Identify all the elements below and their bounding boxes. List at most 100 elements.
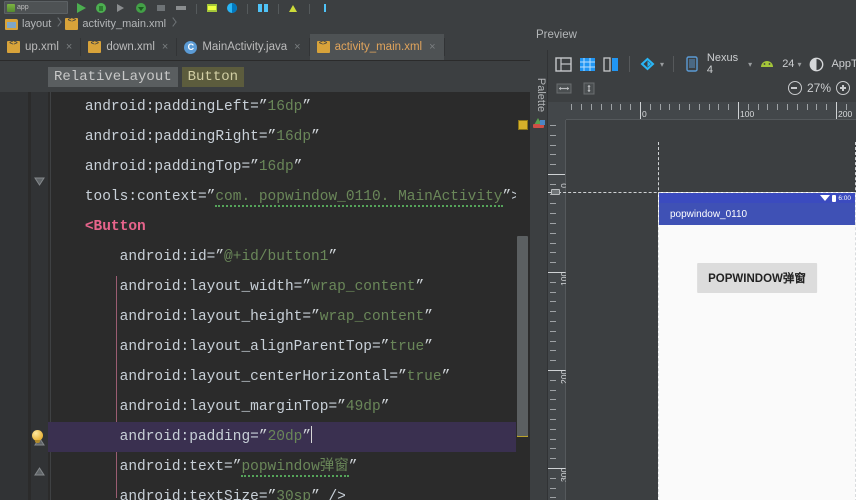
theme-selector-label[interactable]: AppTheme: [831, 58, 856, 70]
ruler-major-tick: [548, 174, 565, 175]
sync-icon[interactable]: [174, 1, 188, 14]
ruler-minor-tick: [816, 104, 818, 110]
debug-icon[interactable]: [94, 1, 108, 14]
code-line[interactable]: android:textSize=”30sp” />: [48, 482, 516, 500]
preview-panel-title: Preview: [536, 29, 577, 41]
battery-icon: [832, 194, 837, 202]
ruler-minor-tick: [550, 164, 556, 166]
toolbar-separator: [629, 56, 630, 72]
fold-collapse-icon[interactable]: [34, 176, 45, 187]
code-line[interactable]: android:layout_width=”wrap_content”: [48, 272, 516, 302]
tab-close-icon[interactable]: ×: [66, 41, 72, 53]
code-line[interactable]: android:id=”@+id/button1”: [48, 242, 516, 272]
code-line[interactable]: android:paddingRight=”16dp”: [48, 122, 516, 152]
both-modes-icon[interactable]: [602, 55, 620, 74]
breadcrumb-item-file[interactable]: activity_main.xml: [65, 14, 169, 34]
warning-marker[interactable]: [518, 120, 528, 130]
sdk-manager-icon[interactable]: [225, 1, 239, 14]
device-selector-label[interactable]: Nexus 4: [707, 52, 745, 76]
code-line[interactable]: tools:context=”com. popwindow_0110. Main…: [48, 182, 516, 212]
resize-handle[interactable]: [551, 189, 560, 195]
zoom-out-icon[interactable]: [787, 81, 802, 95]
vertical-ruler: 0 100 200 300: [548, 120, 569, 500]
fold-expand-icon[interactable]: [34, 466, 45, 477]
avd-manager-icon[interactable]: [205, 1, 219, 14]
ruler-major-tick: [640, 102, 641, 119]
editor-gutter[interactable]: [0, 92, 28, 500]
toolbar-separator: [247, 4, 248, 14]
device-preview-frame[interactable]: 6:00 popwindow_0110 POPWINDOW弹窗: [658, 192, 856, 500]
code-line[interactable]: android:paddingLeft=”16dp”: [48, 92, 516, 122]
code-line[interactable]: android:padding=”20dp”: [48, 422, 516, 452]
attach-debugger-icon[interactable]: [134, 1, 148, 14]
chevron-down-icon[interactable]: ▾: [660, 60, 664, 69]
android-icon: [758, 55, 776, 74]
chevron-down-icon[interactable]: ▾: [748, 60, 752, 69]
ruler-minor-tick: [550, 438, 556, 440]
blueprint-mode-icon[interactable]: [578, 55, 596, 74]
device-content-area[interactable]: POPWINDOW弹窗: [659, 225, 855, 500]
code-line[interactable]: android:layout_marginTop=”49dp”: [48, 392, 516, 422]
run-coverage-icon[interactable]: [114, 1, 128, 14]
code-line[interactable]: android:text=”popwindow弹窗”: [48, 452, 516, 482]
module-selector[interactable]: app: [4, 1, 68, 14]
ruler-minor-tick: [550, 183, 556, 185]
preview-toolbar-row-2: [554, 76, 598, 100]
xml-file-icon: [7, 40, 20, 53]
help-icon[interactable]: [318, 1, 332, 14]
component-breadcrumb-button[interactable]: Button: [181, 66, 245, 87]
chevron-down-icon[interactable]: ▾: [797, 60, 801, 69]
fit-width-icon[interactable]: [554, 79, 573, 98]
code-line[interactable]: android:layout_centerHorizontal=”true”: [48, 362, 516, 392]
tab-mainactivity-java[interactable]: MainActivity.java ×: [177, 34, 308, 60]
chevron-right-icon: [169, 14, 178, 34]
api-level-label[interactable]: 24: [782, 58, 794, 70]
ruler-minor-tick: [550, 242, 556, 244]
code-editor[interactable]: RelativeLayout Button android:paddingLef…: [0, 61, 530, 500]
canvas-background[interactable]: 6:00 popwindow_0110 POPWINDOW弹窗: [548, 120, 856, 500]
code-line[interactable]: android:layout_height=”wrap_content”: [48, 302, 516, 332]
tab-label: MainActivity.java: [202, 41, 288, 53]
zoom-in-icon[interactable]: [836, 81, 850, 95]
design-canvas[interactable]: 0 100 200 0 100 200 300 6:00 popwindow_0110: [548, 102, 856, 500]
ruler-minor-tick: [757, 104, 759, 110]
preview-panel: Preview Palette ▾ Nexus 4 ▾ 24 ▾ AppT 27…: [530, 14, 856, 500]
ruler-minor-tick: [550, 330, 556, 332]
profiler-icon[interactable]: [287, 1, 301, 14]
tab-activity-main-xml[interactable]: activity_main.xml ×: [309, 34, 444, 60]
code-content[interactable]: android:paddingLeft=”16dp” android:paddi…: [48, 92, 516, 500]
code-line[interactable]: <Button: [48, 212, 516, 242]
orientation-icon[interactable]: [639, 55, 657, 74]
stop-icon[interactable]: [154, 1, 168, 14]
ruler-minor-tick: [550, 232, 556, 234]
design-mode-icon[interactable]: [554, 55, 572, 74]
breadcrumb: layout activity_main.xml: [0, 14, 530, 34]
ruler-minor-tick: [550, 419, 556, 420]
tab-close-icon[interactable]: ×: [294, 41, 300, 53]
tab-close-icon[interactable]: ×: [429, 41, 435, 53]
preview-toolbar: ▾ Nexus 4 ▾ 24 ▾ AppTheme: [548, 50, 856, 102]
ruler-minor-tick: [550, 428, 556, 430]
code-line[interactable]: android:layout_alignParentTop=”true”: [48, 332, 516, 362]
ruler-minor-tick: [591, 104, 592, 110]
preview-button-popwindow[interactable]: POPWINDOW弹窗: [697, 263, 817, 293]
run-icon[interactable]: [74, 1, 88, 14]
zoom-percent-label: 27%: [806, 81, 831, 95]
ruler-minor-tick: [550, 497, 556, 499]
intention-bulb-icon[interactable]: [30, 430, 45, 445]
tab-up-xml[interactable]: up.xml ×: [0, 34, 80, 60]
code-line[interactable]: android:paddingTop=”16dp”: [48, 152, 516, 182]
layout-inspector-icon[interactable]: [256, 1, 270, 14]
ruler-minor-tick: [550, 350, 556, 352]
ruler-minor-tick: [550, 311, 556, 313]
component-breadcrumb-relativelayout[interactable]: RelativeLayout: [48, 66, 178, 87]
tab-down-xml[interactable]: down.xml ×: [81, 34, 176, 60]
ruler-minor-tick: [550, 458, 556, 460]
tab-close-icon[interactable]: ×: [162, 41, 168, 53]
breadcrumb-item-layout[interactable]: layout: [5, 14, 54, 34]
ruler-minor-tick: [550, 301, 556, 303]
ruler-label: 0: [642, 109, 647, 119]
palette-tool-strip[interactable]: Palette: [530, 50, 548, 500]
editor-scrollbar-thumb[interactable]: [517, 236, 528, 436]
fit-height-icon[interactable]: [579, 79, 598, 98]
